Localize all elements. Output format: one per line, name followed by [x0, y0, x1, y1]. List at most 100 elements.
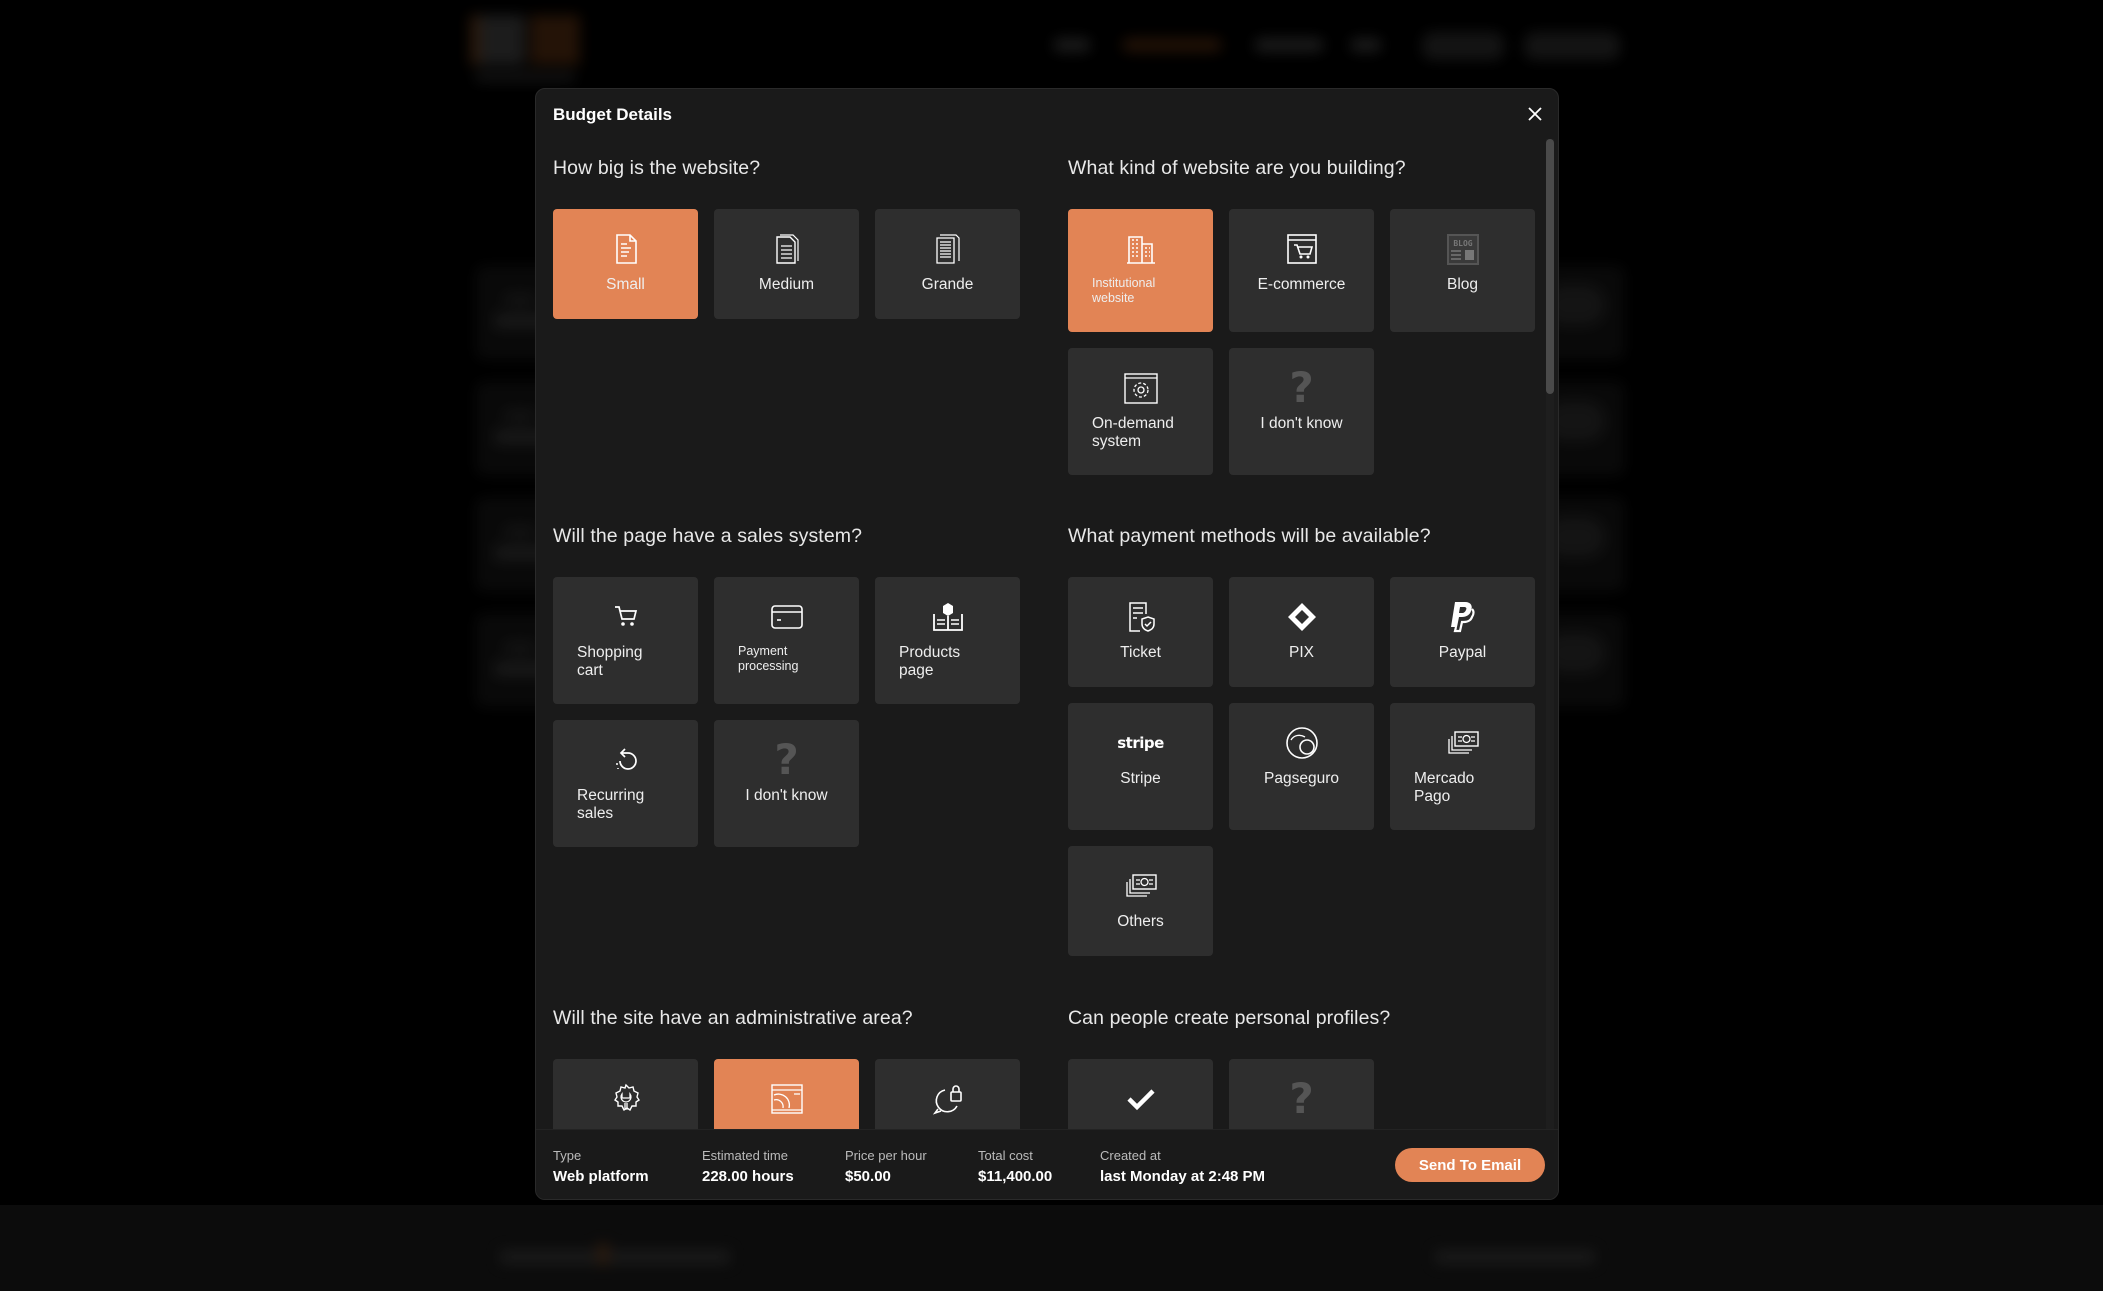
recurring-icon [615, 748, 637, 770]
blog-icon: BLOG [1446, 234, 1479, 265]
section-question: What kind of website are you building? [1068, 157, 1406, 179]
document-icon [615, 234, 637, 264]
budget-details-modal: Budget Details How big is the website? S… [535, 88, 1559, 1200]
option-label: E-commerce [1257, 276, 1346, 293]
option-label: Paypal [1438, 644, 1487, 661]
modal-title: Budget Details [553, 105, 673, 124]
browser-gear-icon [1123, 373, 1158, 404]
option-shopping-cart[interactable]: Shopping cart [553, 577, 698, 704]
option-recurring-sales[interactable]: Recurring sales [553, 720, 698, 847]
option-payment-processing[interactable]: Payment processing [714, 577, 859, 704]
option-stripe[interactable]: stripe Stripe [1068, 703, 1213, 830]
question-icon: ? [774, 735, 799, 784]
option-label: Mercado Pago [1414, 770, 1475, 805]
summary-value: 228.00 hours [702, 1168, 794, 1185]
summary-estimated-time: Estimated time 228.00 hours [702, 1148, 794, 1185]
option-medium[interactable]: Medium [714, 209, 859, 319]
option-label: Recurring sales [577, 787, 645, 822]
option-label: Shopping cart [577, 644, 643, 679]
scrollbar-thumb[interactable] [1546, 139, 1554, 394]
option-others[interactable]: Others [1068, 846, 1213, 956]
summary-value: last Monday at 2:48 PM [1100, 1168, 1266, 1185]
banknotes-icon [1125, 874, 1157, 897]
chat-lock-icon [932, 1085, 962, 1115]
close-button[interactable] [1524, 103, 1546, 125]
svg-text:BLOG: BLOG [1453, 239, 1472, 248]
summary-label: Price per hour [845, 1148, 927, 1163]
option-label: Blog [1446, 276, 1479, 293]
product-catalog-icon [932, 603, 963, 631]
ticket-shield-icon [1128, 602, 1155, 632]
section-question: How big is the website? [553, 157, 761, 179]
section-question: Will the page have a sales system? [553, 525, 863, 547]
option-pix[interactable]: PIX [1229, 577, 1374, 687]
option-label: Payment processing [738, 644, 799, 673]
option-pagseguro[interactable]: Pagseguro [1229, 703, 1374, 830]
summary-label: Total cost [978, 1148, 1033, 1163]
modal-scrollbar[interactable] [1546, 139, 1554, 1179]
modal-header: Budget Details [536, 89, 1558, 139]
document-stack-icon [935, 234, 960, 264]
building-icon [1126, 236, 1155, 264]
section-website-kind: What kind of website are you building? I… [1068, 157, 1538, 475]
option-label: Pagseguro [1264, 770, 1339, 787]
option-institutional-website[interactable]: Institutional website [1068, 209, 1213, 332]
summary-type: Type Web platform [553, 1148, 649, 1185]
budget-summary: Type Web platform Estimated time 228.00 … [536, 1129, 1558, 1199]
option-label: Grande [921, 276, 974, 293]
option-label: Stripe [1120, 770, 1161, 787]
option-label: I don't know [1260, 415, 1343, 432]
option-blog[interactable]: BLOG Blog [1390, 209, 1535, 332]
gear-wrench-icon [613, 1083, 640, 1112]
banknotes-icon [1447, 731, 1479, 754]
option-e-commerce[interactable]: E-commerce [1229, 209, 1374, 332]
cart-icon [614, 606, 637, 626]
option-mercado-pago[interactable]: Mercado Pago [1390, 703, 1535, 830]
section-payment-methods: What payment methods will be available? … [1068, 525, 1538, 956]
question-icon: ? [1289, 1074, 1314, 1123]
option-label: Medium [758, 276, 815, 293]
option-label: PIX [1289, 644, 1314, 661]
documents-icon [775, 234, 799, 264]
paypal-icon [1450, 602, 1475, 633]
modal-body: How big is the website? Small Medium Gra… [536, 139, 1540, 1179]
summary-label: Type [553, 1148, 582, 1163]
option-dont-know[interactable]: ? I don't know [1229, 348, 1374, 475]
credit-card-icon [770, 605, 803, 629]
option-label: Others [1117, 913, 1164, 930]
send-to-email-button[interactable]: Send To Email [1395, 1148, 1545, 1182]
section-sales-system: Will the page have a sales system? Shopp… [553, 525, 1023, 847]
pix-icon [1287, 603, 1316, 631]
option-label: I don't know [745, 787, 828, 804]
option-dont-know[interactable]: ? I don't know [714, 720, 859, 847]
section-website-size: How big is the website? Small Medium Gra… [553, 157, 1023, 319]
summary-value: $11,400.00 [978, 1168, 1053, 1185]
close-icon [1528, 107, 1542, 121]
summary-created-at: Created at last Monday at 2:48 PM [1100, 1148, 1265, 1185]
stripe-icon: stripe [1117, 734, 1164, 752]
option-on-demand-system[interactable]: On-demand system [1068, 348, 1213, 475]
section-question: Will the site have an administrative are… [553, 1007, 913, 1029]
summary-total-cost: Total cost $11,400.00 [978, 1148, 1052, 1185]
browser-admin-icon [770, 1084, 803, 1114]
option-small[interactable]: Small [553, 209, 698, 319]
option-grande[interactable]: Grande [875, 209, 1020, 319]
option-label: Institutional website [1092, 276, 1156, 305]
browser-cart-icon [1286, 234, 1317, 264]
option-label: On-demand system [1092, 415, 1174, 450]
question-icon: ? [1289, 363, 1314, 412]
section-question: Can people create personal profiles? [1068, 1007, 1391, 1029]
check-icon [1126, 1089, 1155, 1111]
summary-value: $50.00 [845, 1168, 891, 1185]
option-products-page[interactable]: Products page [875, 577, 1020, 704]
option-label: Ticket [1120, 644, 1161, 661]
pagseguro-icon [1285, 727, 1318, 759]
option-ticket[interactable]: Ticket [1068, 577, 1213, 687]
option-paypal[interactable]: Paypal [1390, 577, 1535, 687]
section-question: What payment methods will be available? [1068, 525, 1431, 547]
summary-price-per-hour: Price per hour $50.00 [845, 1148, 927, 1185]
option-label: Products page [899, 644, 961, 679]
summary-value: Web platform [553, 1168, 649, 1185]
summary-label: Estimated time [702, 1148, 788, 1163]
summary-label: Created at [1100, 1148, 1161, 1163]
